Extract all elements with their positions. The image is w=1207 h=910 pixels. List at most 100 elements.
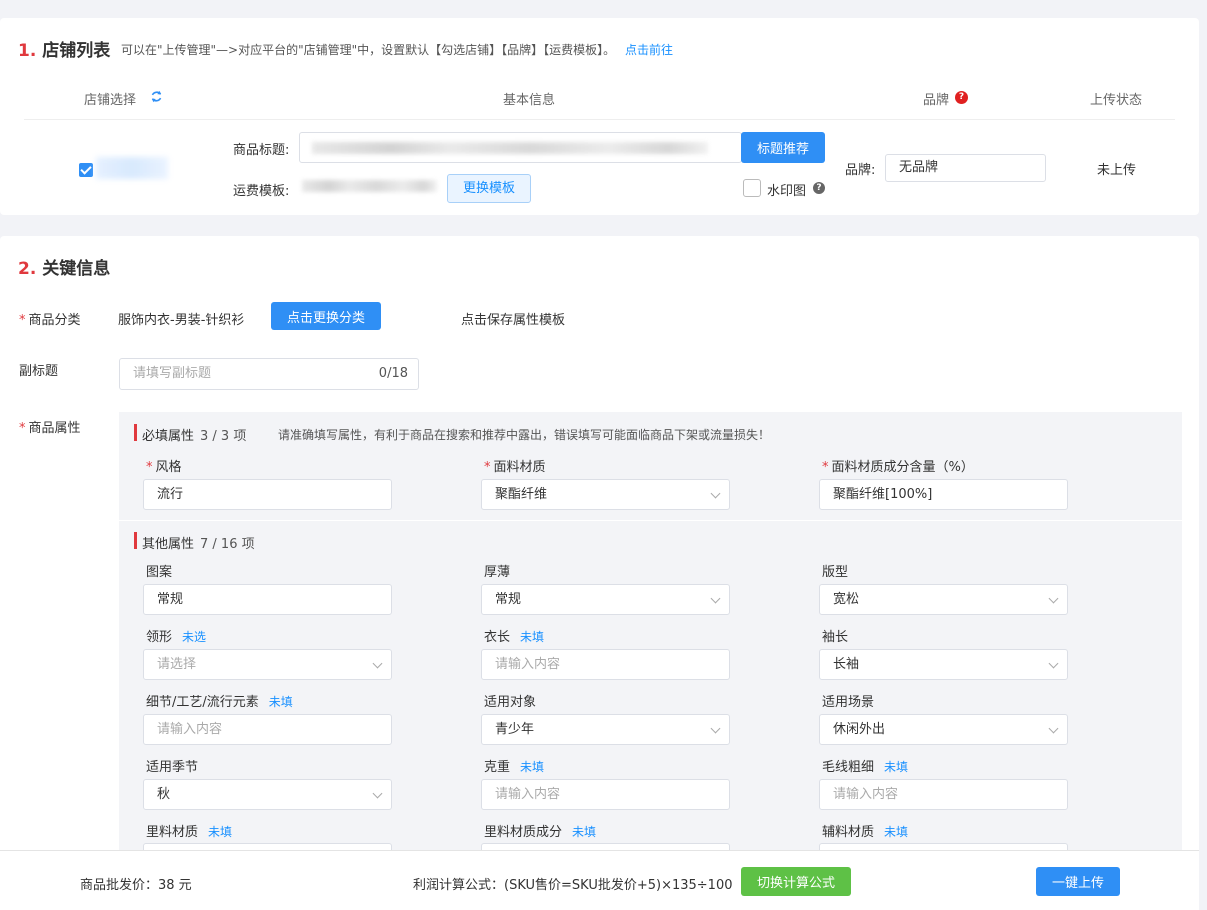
sleeve-select[interactable]: 长袖: [819, 649, 1068, 680]
length-input[interactable]: 请输入内容: [481, 649, 730, 680]
field-label-weight: 克重 未填: [484, 756, 544, 775]
shop-hint: 可以在"上传管理"—>对应平台的"店铺管理"中，设置默认【勾选店铺】【品牌】【运…: [121, 41, 673, 58]
change-template-button[interactable]: 更换模板: [447, 174, 531, 203]
goto-link[interactable]: 点击前往: [625, 43, 673, 57]
yarn-input[interactable]: 请输入内容: [819, 779, 1068, 810]
title-recommend-button[interactable]: 标题推荐: [741, 132, 825, 163]
watermark-checkbox[interactable]: [743, 179, 761, 197]
header-divider: [24, 119, 1175, 120]
sleeve-value: 长袖: [833, 657, 860, 672]
group-divider: [119, 520, 1182, 521]
thickness-select[interactable]: 常规: [481, 584, 730, 615]
attributes-label-text: 商品属性: [28, 421, 81, 436]
field-label-text: 适用场景: [822, 695, 875, 710]
brand-input[interactable]: 无品牌: [885, 154, 1046, 182]
field-label-accessory: 辅料材质 未填: [822, 821, 908, 840]
field-label-sleeve: 袖长: [822, 626, 848, 645]
fit-value: 宽松: [833, 592, 860, 607]
field-label-text: 克重: [484, 760, 511, 775]
help-icon[interactable]: ?: [813, 182, 825, 194]
other-group-title-text: 其他属性: [142, 537, 195, 552]
field-label-fabric: * 面料材质: [484, 460, 546, 475]
fabric-content-input[interactable]: 聚酯纤维[100%]: [819, 479, 1068, 510]
other-group-bar: [134, 532, 137, 549]
category-value: 服饰内衣-男装-针织衫: [118, 313, 245, 328]
scene-value: 休闲外出: [833, 722, 886, 737]
profit-formula: 利润计算公式：(SKU售价=SKU批发价+5)×135÷100: [413, 878, 733, 893]
chevron-down-icon: [710, 488, 721, 499]
shipping-template-label: 运费模板:: [233, 184, 290, 199]
save-attr-template-link[interactable]: 点击保存属性模板: [461, 309, 565, 328]
shop-hint-text: 可以在"上传管理"—>对应平台的"店铺管理"中，设置默认【勾选店铺】【品牌】【运…: [121, 43, 616, 57]
chevron-down-icon: [372, 658, 383, 669]
category-label: * 商品分类: [19, 313, 81, 328]
switch-formula-button[interactable]: 切换计算公式: [741, 867, 851, 896]
one-click-upload-button[interactable]: 一键上传: [1036, 867, 1120, 896]
section-title-text: 店铺列表: [42, 41, 111, 61]
unfilled-tag: 未填: [208, 825, 233, 839]
pattern-input[interactable]: 常规: [143, 584, 392, 615]
unfilled-tag: 未填: [520, 630, 545, 644]
required-group-count: 3 / 3 项: [200, 429, 247, 444]
scene-select[interactable]: 休闲外出: [819, 714, 1068, 745]
section-number: 1.: [18, 41, 37, 61]
chevron-down-icon: [710, 723, 721, 734]
field-label-text: 适用对象: [484, 695, 537, 710]
shop-checkbox[interactable]: [79, 163, 93, 177]
chevron-down-icon: [1048, 658, 1059, 669]
footer-bar: 商品批发价：38 元 利润计算公式：(SKU售价=SKU批发价+5)×135÷1…: [0, 850, 1199, 910]
collar-select[interactable]: 请选择: [143, 649, 392, 680]
field-label-text: 面料材质: [493, 460, 546, 475]
subtitle-input[interactable]: 请填写副标题 0/18: [119, 358, 419, 390]
attributes-label: * 商品属性: [19, 421, 81, 436]
season-value: 秋: [157, 787, 171, 802]
col-shop-select: 店铺选择: [84, 89, 162, 108]
field-label-text: 里料材质成分: [484, 825, 563, 840]
field-label-fit: 版型: [822, 561, 848, 580]
col-upload-status: 上传状态: [1090, 93, 1143, 108]
subtitle-counter: 0/18: [378, 366, 408, 381]
field-label-text: 细节/工艺/流行元素: [146, 695, 259, 710]
field-label-details: 细节/工艺/流行元素 未填: [146, 691, 293, 710]
field-label-text: 版型: [822, 565, 849, 580]
col-brand-label: 品牌: [923, 93, 950, 108]
fit-select[interactable]: 宽松: [819, 584, 1068, 615]
weight-input[interactable]: 请输入内容: [481, 779, 730, 810]
chevron-down-icon: [710, 593, 721, 604]
field-label-style: * 风格: [146, 460, 182, 475]
product-title-input[interactable]: [299, 132, 742, 163]
unfilled-tag: 未填: [884, 825, 909, 839]
field-label-lining-content: 里料材质成分 未填: [484, 821, 596, 840]
field-label-audience: 适用对象: [484, 691, 536, 710]
required-group-bar: [134, 424, 137, 441]
help-icon[interactable]: ?: [955, 91, 968, 104]
category-label-text: 商品分类: [28, 313, 81, 328]
unfilled-tag: 未填: [884, 760, 909, 774]
required-group-note: 请准确填写属性，有利于商品在搜索和推荐中露出，错误填写可能面临商品下架或流量损失…: [278, 428, 771, 442]
section-title-text: 关键信息: [42, 259, 111, 279]
shop-section-title: 1. 店铺列表: [18, 36, 110, 61]
refresh-icon[interactable]: [150, 90, 163, 103]
shop-list-card: 1. 店铺列表 可以在"上传管理"—>对应平台的"店铺管理"中，设置默认【勾选店…: [0, 18, 1199, 215]
audience-select[interactable]: 青少年: [481, 714, 730, 745]
required-group-title-text: 必填属性: [142, 429, 195, 444]
season-select[interactable]: 秋: [143, 779, 392, 810]
fabric-value: 聚酯纤维: [495, 487, 548, 502]
change-category-button[interactable]: 点击更换分类: [271, 302, 381, 330]
brand-label: 品牌:: [845, 163, 876, 178]
section-number: 2.: [18, 259, 37, 279]
product-title-label: 商品标题:: [233, 143, 290, 158]
field-label-text: 衣长: [484, 630, 511, 645]
unselected-tag: 未选: [182, 630, 207, 644]
col-brand: 品牌 ?: [923, 89, 968, 108]
field-label-text: 辅料材质: [822, 825, 875, 840]
field-label-yarn: 毛线粗细 未填: [822, 756, 908, 775]
style-input[interactable]: 流行: [143, 479, 392, 510]
field-label-pattern: 图案: [146, 561, 172, 580]
other-group-count: 7 / 16 项: [200, 537, 255, 552]
details-input[interactable]: 请输入内容: [143, 714, 392, 745]
shop-name-blurred: [96, 157, 168, 179]
field-label-season: 适用季节: [146, 756, 198, 775]
fabric-select[interactable]: 聚酯纤维: [481, 479, 730, 510]
field-label-lining: 里料材质 未填: [146, 821, 232, 840]
